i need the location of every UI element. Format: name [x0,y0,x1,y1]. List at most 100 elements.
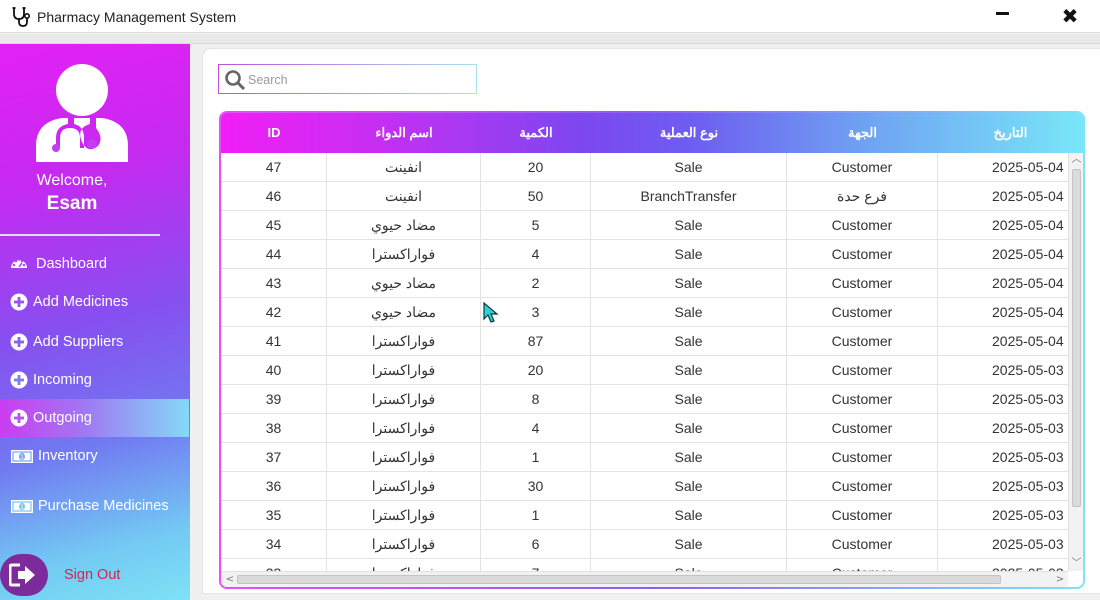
cell-medicine-name: فواراكسترا [327,414,481,443]
cell-quantity: 5 [481,211,591,240]
cell-operation-type: Sale [591,298,787,327]
table-row[interactable]: 37 فواراكسترا 1 Sale Customer 2025-05-03 [221,443,1068,472]
cell-medicine-name: فواراكسترا [327,501,481,530]
table-row[interactable]: 44 فواراكسترا 4 Sale Customer 2025-05-04 [221,240,1068,269]
sidebar-item-label: Dashboard [36,256,107,272]
sidebar-item-label: Add Suppliers [33,334,124,350]
cell-medicine-name: انفينت [327,153,481,182]
cell-date: 2025-05-04 [992,333,1064,349]
cell-party: Customer [787,472,938,501]
table-row[interactable]: 33فواراكسترا7SaleCustomer2025-05-03 [221,559,1068,571]
cell-date: 2025-05-04 [992,304,1064,320]
cell-party: فرع حدة [787,182,938,211]
cell-operation-type: Sale [591,240,787,269]
search-box[interactable] [218,64,477,94]
plus-circle-icon [10,371,28,389]
column-header-id[interactable]: ID [221,125,327,140]
table-row[interactable]: 39 فواراكسترا 8 Sale Customer 2025-05-03 [221,385,1068,414]
cell-medicine-name: مضاد حيوي [327,298,481,327]
minimize-button[interactable] [991,4,1015,24]
table-row[interactable]: 47 انفينت 20 Sale Customer 2025-05-04 [221,153,1068,182]
table-row[interactable]: 34 فواراكسترا 6 Sale Customer 2025-05-03 [221,530,1068,559]
table-row[interactable]: 43 مضاد حيوي 2 Sale Customer 2025-05-04 [221,269,1068,298]
cell-operation-type: Sale [591,327,787,356]
cell-operation-type: Sale [591,472,787,501]
cell-id: 47 [221,153,327,182]
welcome-text: Welcome, [36,172,108,189]
sidebar-item-add-medicines[interactable]: Add Medicines [0,283,189,321]
sidebar-item-dashboard[interactable]: Dashboard [0,245,189,283]
table-body: 47 انفينت 20 Sale Customer 2025-05-04 46 انفينت… [221,153,1068,571]
cell-medicine-name: فواراكسترا [327,559,481,571]
table-row[interactable]: 35 فواراكسترا 1 Sale Customer 2025-05-03 [221,501,1068,530]
doctor-avatar-icon [36,64,128,162]
sidebar-item-outgoing[interactable]: Outgoing [0,399,189,437]
sidebar-item-label: Outgoing [33,410,92,426]
money-bill-icon: 1 [11,450,33,463]
cell-quantity: 4 [481,414,591,443]
table-row[interactable]: 46 انفينت 50 BranchTransfer فرع حدة 2025-05-0… [221,182,1068,211]
column-header-operation-type[interactable]: نوع العملية [591,125,787,141]
cell-date: 2025-05-04 [992,188,1064,204]
sign-out-button[interactable] [0,554,48,596]
cell-medicine-name: فواراكسترا [327,385,481,414]
sign-out-label[interactable]: Sign Out [64,567,120,583]
cell-operation-type: Sale [591,414,787,443]
cell-date: 2025-05-03 [938,559,1068,571]
cell-party: Customer [787,211,938,240]
table-row[interactable]: 36 فواراكسترا 30 Sale Customer 2025-05-03 [221,472,1068,501]
column-header-quantity[interactable]: الكمية [481,125,591,141]
column-header-medicine-name[interactable]: اسم الدواء [327,125,481,141]
cell-party: Customer [787,530,938,559]
cell-party: Customer [787,385,938,414]
cell-party: Customer [787,327,938,356]
cell-date: 2025-05-03 [992,449,1064,465]
cell-medicine-name: فواراكسترا [327,472,481,501]
svg-text:1: 1 [20,504,24,511]
scroll-right-icon[interactable]: > [1053,573,1067,587]
close-button[interactable]: ✖ [1058,4,1082,28]
cell-date: 2025-05-04 [992,275,1064,291]
cell-operation-type: Sale [591,153,787,182]
cell-party: Customer [787,240,938,269]
horizontal-scroll-thumb[interactable] [237,575,1001,584]
cell-id: 43 [221,269,327,298]
cell-quantity: 30 [481,472,591,501]
cell-id: 44 [221,240,327,269]
vertical-scroll-thumb[interactable] [1072,169,1081,507]
scroll-left-icon[interactable]: < [223,573,237,587]
cell-quantity: 2 [481,269,591,298]
column-header-party[interactable]: الجهة [787,125,938,141]
scroll-down-icon[interactable]: ﹀ [1069,557,1083,571]
cell-party: Customer [787,501,938,530]
sidebar-item-label: Inventory [38,448,98,464]
cell-medicine-name: مضاد حيوي [327,211,481,240]
search-input[interactable] [248,71,468,89]
plus-circle-icon [10,293,28,311]
table-row[interactable]: 41 فواراكسترا 87 Sale Customer 2025-05-04 [221,327,1068,356]
sidebar-item-inventory[interactable]: 1 Inventory [0,437,189,475]
table-row[interactable]: 45 مضاد حيوي 5 Sale Customer 2025-05-04 [221,211,1068,240]
cell-date: 2025-05-03 [992,478,1064,494]
sidebar-item-purchase-medicines[interactable]: 1 Purchase Medicines [0,487,189,525]
table-row[interactable]: 42 مضاد حيوي 3 Sale Customer 2025-05-04 [221,298,1068,327]
username: Esam [46,193,98,214]
cell-operation-type: Sale [591,269,787,298]
sidebar-divider [0,234,160,236]
cell-operation-type: Sale [591,559,787,571]
cell-medicine-name: فواراكسترا [327,240,481,269]
column-header-date[interactable]: التاريخ [938,125,1083,141]
vertical-scrollbar[interactable]: ︿ ﹀ [1068,153,1083,571]
cell-quantity: 6 [481,530,591,559]
sidebar-item-add-suppliers[interactable]: Add Suppliers [0,323,189,361]
cell-quantity: 20 [481,153,591,182]
cell-operation-type: Sale [591,501,787,530]
table-row[interactable]: 38 فواراكسترا 4 Sale Customer 2025-05-03 [221,414,1068,443]
cell-id: 35 [221,501,327,530]
horizontal-scrollbar[interactable]: < > [221,571,1068,587]
cell-quantity: 1 [481,443,591,472]
cell-party: Customer [787,559,938,571]
sidebar-item-incoming[interactable]: Incoming [0,361,189,399]
scroll-up-icon[interactable]: ︿ [1069,153,1083,167]
table-row[interactable]: 40 فواراكسترا 20 Sale Customer 2025-05-03 [221,356,1068,385]
